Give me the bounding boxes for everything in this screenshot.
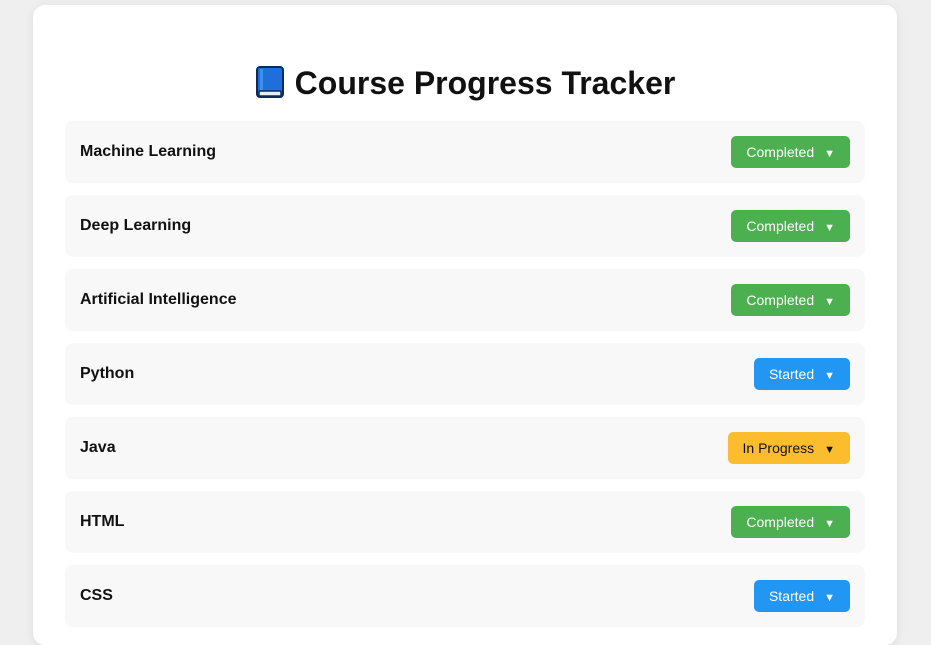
status-dropdown[interactable]: In Progress ▼ [727,432,850,464]
chevron-down-icon: ▼ [824,222,835,234]
chevron-down-icon: ▼ [824,444,835,456]
status-dropdown[interactable]: Started ▼ [753,358,850,390]
chevron-down-icon: ▼ [824,370,835,382]
status-label: In Progress [742,440,815,456]
course-row: Artificial Intelligence Completed ▼ [65,269,865,331]
course-row: Machine Learning Completed ▼ [65,121,865,183]
status-dropdown[interactable]: Completed ▼ [731,136,850,168]
status-dropdown[interactable]: Completed ▼ [731,284,850,316]
course-list: Machine Learning Completed ▼ Deep Learning C… [65,121,865,639]
course-name: Artificial Intelligence [80,291,237,308]
chevron-down-icon: ▼ [824,518,835,530]
status-label: Completed [746,144,815,160]
status-label: Started [768,588,815,604]
course-row: Java In Progress ▼ [65,417,865,479]
course-row: Deep Learning Completed ▼ [65,195,865,257]
status-dropdown[interactable]: Completed ▼ [731,506,850,538]
chevron-down-icon: ▼ [824,592,835,604]
course-name: Java [80,439,116,456]
status-label: Completed [746,514,815,530]
course-name: Deep Learning [80,217,192,234]
course-name: Python [80,365,135,382]
status-label: Completed [746,292,815,308]
page-title-text: Course Progress Tracker [294,65,676,101]
course-row: HTML Completed ▼ [65,491,865,553]
course-name: CSS [80,587,113,604]
chevron-down-icon: ▼ [824,148,835,160]
status-dropdown[interactable]: Completed ▼ [731,210,850,242]
status-label: Started [768,366,815,382]
course-row: CSS Started ▼ [65,565,865,627]
course-name: HTML [80,513,125,530]
book-icon [255,66,284,98]
status-label: Completed [746,218,815,234]
course-row: Python Started ▼ [65,343,865,405]
course-name: Machine Learning [80,143,217,160]
status-dropdown[interactable]: Started ▼ [753,580,850,612]
tracker-card: Course Progress Tracker Machine Learning… [33,5,897,645]
page-title: Course Progress Tracker [33,63,897,103]
chevron-down-icon: ▼ [824,296,835,308]
